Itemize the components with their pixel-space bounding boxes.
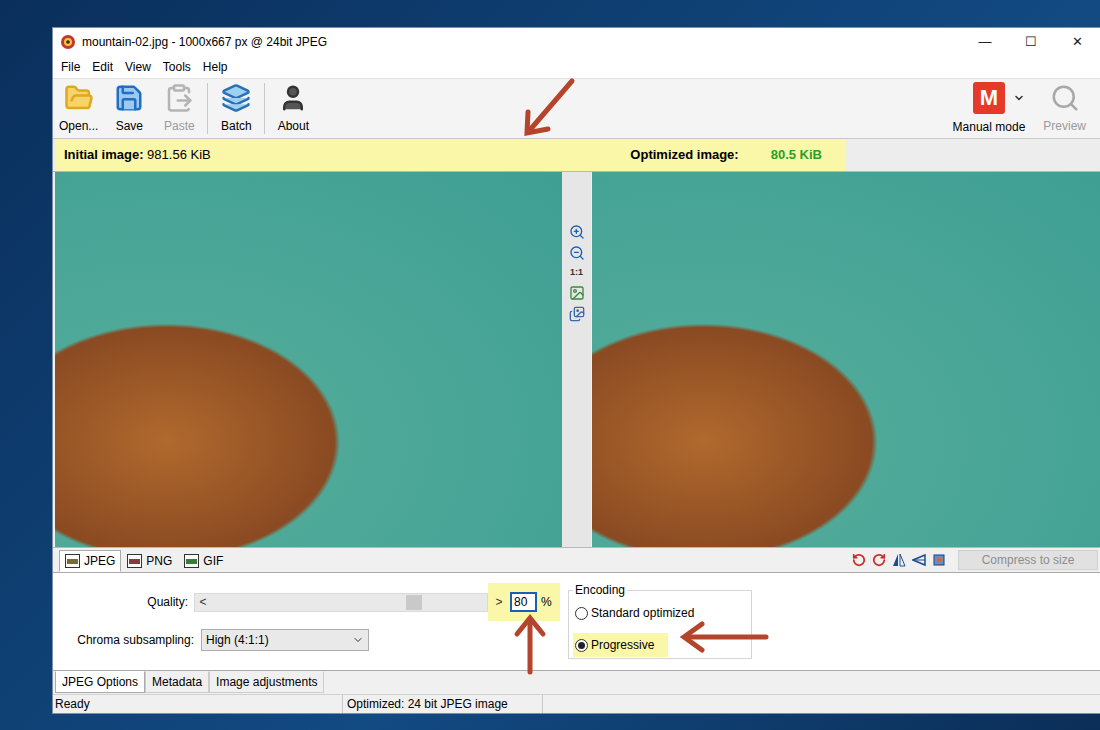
jpeg-options-panel: Quality:< >80% Chroma subsampling:High (4:… [53,572,1100,670]
menu-bar: FileEditViewToolsHelp [53,56,1100,78]
chroma-row: Chroma subsampling:High (4:1:1) [53,629,566,651]
annotation-arrows [0,0,1100,730]
close-button[interactable]: ✕ [1054,28,1100,56]
window-title: mountain-02.jpg - 1000x667 px @ 24bit JP… [82,33,327,51]
app-logo-icon [60,34,76,50]
encoding-radio[interactable]: Standard optimized [573,601,708,625]
format-tab[interactable]: GIF [178,550,229,572]
dropdown-icon [1013,92,1025,104]
chroma-label: Chroma subsampling: [53,631,201,649]
toolbar-separator [207,83,208,134]
quality-input[interactable]: 80 [510,592,537,612]
quality-label: Quality: [53,593,194,611]
person-icon [278,83,308,113]
mode-button[interactable]: MManual mode [945,79,1034,138]
info-bar: Initial image: 981.56 KiB Optimized image… [53,139,1100,171]
rotate-left-icon[interactable] [852,553,866,567]
toolbar: Open...SavePasteBatchAbout MManual modePr… [53,78,1100,139]
option-tab[interactable]: Image adjustments [209,671,324,693]
file-type-icon [65,554,80,568]
encoding-group: Encoding Standard optimized Progressive [568,581,752,659]
quality-slider[interactable]: < [194,593,488,612]
folder-icon [64,83,94,113]
minimize-button[interactable]: — [962,28,1008,56]
save-button[interactable]: Save [104,79,154,138]
quality-highlight: >80% [488,583,560,621]
slider-right-button[interactable]: > [492,593,506,611]
encoding-radio[interactable]: Progressive [573,633,668,657]
menu-item[interactable]: Edit [86,58,119,76]
compress-to-size-button[interactable]: Compress to size [958,550,1098,570]
format-tab[interactable]: JPEG [59,550,121,572]
info-highlight: Initial image: 981.56 KiB Optimized image… [56,139,846,171]
toolbar-separator [264,83,265,134]
batch-icon [221,83,251,113]
batch-button[interactable]: Batch [211,79,261,138]
option-tab[interactable]: JPEG Options [55,671,145,693]
file-type-icon [184,554,199,568]
chevron-down-icon [352,634,364,646]
paste-button[interactable]: Paste [154,79,204,138]
status-bar: ReadyOptimized: 24 bit JPEG image [53,694,1100,713]
option-tab[interactable]: Metadata [145,671,209,693]
optimized-image [592,172,1100,547]
initial-size: Initial image: 981.56 KiB [64,145,211,165]
preview-button[interactable]: Preview [1033,79,1096,138]
slider-thumb[interactable] [406,595,422,610]
format-tab[interactable]: PNG [121,550,178,572]
about-button[interactable]: About [268,79,318,138]
status-cell: Optimized: 24 bit JPEG image [343,695,543,713]
crop-icon[interactable] [932,553,946,567]
desktop: mountain-02.jpg - 1000x667 px @ 24bit JP… [0,0,1100,730]
option-tab-bar: JPEG OptionsMetadataImage adjustments [53,670,1100,694]
zoom-out-icon[interactable] [569,245,585,261]
flip-horizontal-icon[interactable] [892,553,906,567]
compare-icon[interactable] [569,306,585,322]
slider-track [211,594,471,611]
original-image [55,172,562,547]
menu-item[interactable]: File [55,58,86,76]
menu-item[interactable]: View [119,58,157,76]
quality-row: Quality:< >80% [53,583,566,621]
fit-icon[interactable] [569,285,585,301]
chroma-select[interactable]: High (4:1:1) [201,629,369,651]
mode-badge: M [973,82,1005,114]
paste-icon [164,83,194,113]
file-type-icon [127,554,142,568]
title-bar: mountain-02.jpg - 1000x667 px @ 24bit JP… [53,28,1100,56]
actual-size-button[interactable]: 1:1 [570,266,583,280]
floppy-icon [114,83,144,113]
rotate-right-icon[interactable] [872,553,886,567]
menu-item[interactable]: Tools [157,58,197,76]
menu-item[interactable]: Help [197,58,234,76]
open-button[interactable]: Open... [53,79,104,138]
maximize-button[interactable]: ☐ [1008,28,1054,56]
quality-unit: % [541,593,556,611]
encoding-title: Encoding [573,581,627,599]
slider-left-button[interactable]: < [195,594,211,611]
app-window: mountain-02.jpg - 1000x667 px @ 24bit JP… [52,27,1100,714]
image-viewer: 1:1 [53,171,1100,547]
optimized-size: Optimized image:80.5 KiB [630,145,822,165]
magnifier-icon [1050,83,1080,113]
status-cell: Ready [53,695,343,713]
zoom-in-icon[interactable] [569,224,585,240]
format-tab-bar: JPEGPNGGIF Compress to size [53,547,1100,572]
zoom-toolbar: 1:1 [562,172,591,547]
flip-vertical-icon[interactable] [912,553,926,567]
